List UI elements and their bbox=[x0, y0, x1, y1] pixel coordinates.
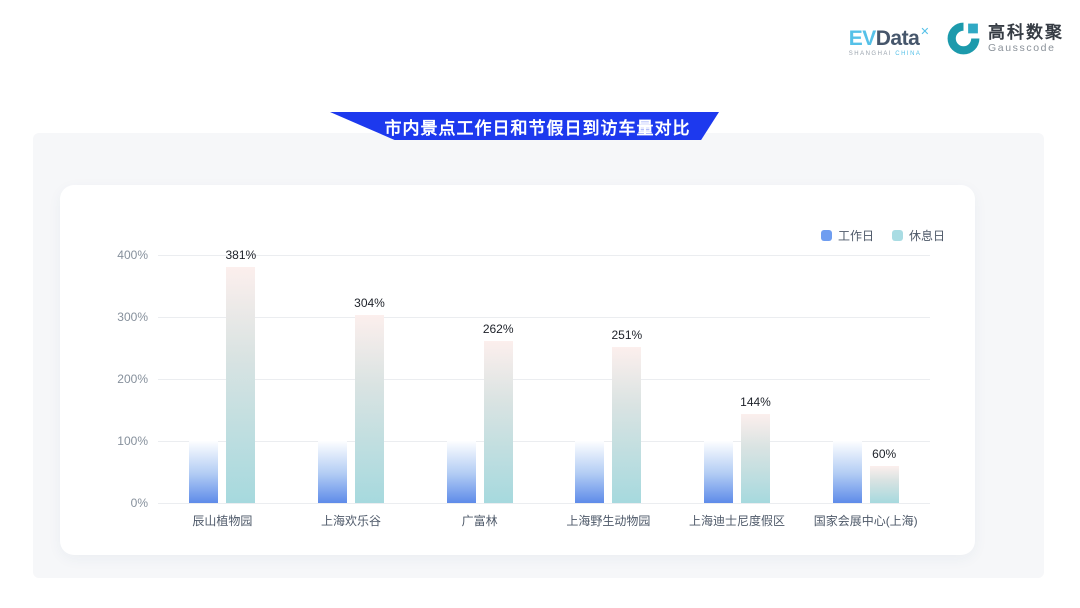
chart-card: 工作日 休息日 0%100%200%300%400%381%辰山植物园304%上… bbox=[60, 185, 975, 555]
bar-value-label: 251% bbox=[611, 328, 642, 342]
bar-workday bbox=[575, 441, 604, 503]
bar-wrap: 60% bbox=[870, 466, 899, 503]
legend-marker-restday bbox=[892, 230, 903, 241]
category-label: 上海迪士尼度假区 bbox=[689, 512, 785, 529]
legend-marker-workday bbox=[821, 230, 832, 241]
legend-label-workday: 工作日 bbox=[838, 227, 874, 244]
gausscode-en-name: Gausscode bbox=[988, 42, 1064, 54]
bar-wrap bbox=[575, 441, 604, 503]
bar-restday bbox=[612, 347, 641, 503]
bar-restday bbox=[355, 315, 384, 503]
gausscode-cn-name: 高科数聚 bbox=[988, 23, 1064, 42]
category-label: 上海野生动物园 bbox=[566, 512, 650, 529]
header-logos: EVData✕ SHANGHAI CHINA 高科数聚 Gausscode bbox=[849, 20, 1064, 57]
page-title: 市内景点工作日和节假日到访车量对比 bbox=[359, 114, 691, 139]
evdata-data-text: Data bbox=[876, 27, 920, 50]
bar-wrap bbox=[833, 441, 862, 503]
bar-wrap: 304% bbox=[355, 315, 384, 503]
bar-wrap bbox=[704, 441, 733, 503]
bar-value-label: 60% bbox=[872, 447, 896, 461]
bar-value-label: 262% bbox=[483, 322, 514, 336]
y-axis-tick-label: 0% bbox=[90, 496, 148, 510]
y-axis-tick-label: 100% bbox=[90, 434, 148, 448]
plot-area: 0%100%200%300%400%381%辰山植物园304%上海欢乐谷262%… bbox=[158, 255, 930, 503]
evdata-x-icon: ✕ bbox=[920, 26, 929, 38]
bar-value-label: 381% bbox=[225, 248, 256, 262]
evdata-logo: EVData✕ SHANGHAI CHINA bbox=[849, 21, 929, 57]
bar-restday bbox=[741, 414, 770, 503]
bar-wrap bbox=[447, 441, 476, 503]
bar-wrap: 262% bbox=[484, 341, 513, 503]
legend-item-workday[interactable]: 工作日 bbox=[821, 227, 874, 244]
chart-legend: 工作日 休息日 bbox=[821, 227, 945, 244]
category-label: 国家会展中心(上海) bbox=[814, 512, 918, 529]
bar-group: 304%上海欢乐谷 bbox=[287, 255, 416, 503]
bar-group: 262%广富林 bbox=[415, 255, 544, 503]
bar-group: 144%上海迪士尼度假区 bbox=[673, 255, 802, 503]
gausscode-text: 高科数聚 Gausscode bbox=[988, 23, 1064, 54]
bar-workday bbox=[704, 441, 733, 503]
bar-wrap: 251% bbox=[612, 347, 641, 503]
legend-item-restday[interactable]: 休息日 bbox=[892, 227, 945, 244]
gausscode-logo: 高科数聚 Gausscode bbox=[945, 20, 1064, 57]
bar-workday bbox=[189, 441, 218, 503]
bar-wrap bbox=[189, 441, 218, 503]
bar-group: 381%辰山植物园 bbox=[158, 255, 287, 503]
bar-value-label: 144% bbox=[740, 395, 771, 409]
bar-workday bbox=[318, 441, 347, 503]
bar-workday bbox=[833, 441, 862, 503]
gausscode-g-icon bbox=[945, 20, 982, 57]
gridline bbox=[158, 503, 930, 504]
bar-group: 251%上海野生动物园 bbox=[544, 255, 673, 503]
y-axis-tick-label: 300% bbox=[90, 310, 148, 324]
bar-group: 60%国家会展中心(上海) bbox=[801, 255, 930, 503]
category-label: 上海欢乐谷 bbox=[321, 512, 381, 529]
y-axis-tick-label: 200% bbox=[90, 372, 148, 386]
legend-label-restday: 休息日 bbox=[909, 227, 945, 244]
page: EVData✕ SHANGHAI CHINA 高科数聚 Gausscode 市内… bbox=[0, 0, 1080, 608]
y-axis-tick-label: 400% bbox=[90, 248, 148, 262]
bar-groups: 381%辰山植物园304%上海欢乐谷262%广富林251%上海野生动物园144%… bbox=[158, 255, 930, 503]
bar-value-label: 304% bbox=[354, 296, 385, 310]
bar-wrap: 144% bbox=[741, 414, 770, 503]
category-label: 辰山植物园 bbox=[192, 512, 252, 529]
evdata-ev-text: EV bbox=[849, 27, 876, 50]
evdata-wordmark: EVData✕ bbox=[849, 21, 929, 50]
bar-wrap bbox=[318, 441, 347, 503]
category-label: 广富林 bbox=[462, 512, 498, 529]
bar-wrap: 381% bbox=[226, 267, 255, 503]
bar-workday bbox=[447, 441, 476, 503]
bar-restday bbox=[226, 267, 255, 503]
bar-restday bbox=[870, 466, 899, 503]
title-banner: 市内景点工作日和节假日到访车量对比 bbox=[330, 112, 719, 140]
evdata-subtext: SHANGHAI CHINA bbox=[849, 51, 922, 57]
bar-restday bbox=[484, 341, 513, 503]
